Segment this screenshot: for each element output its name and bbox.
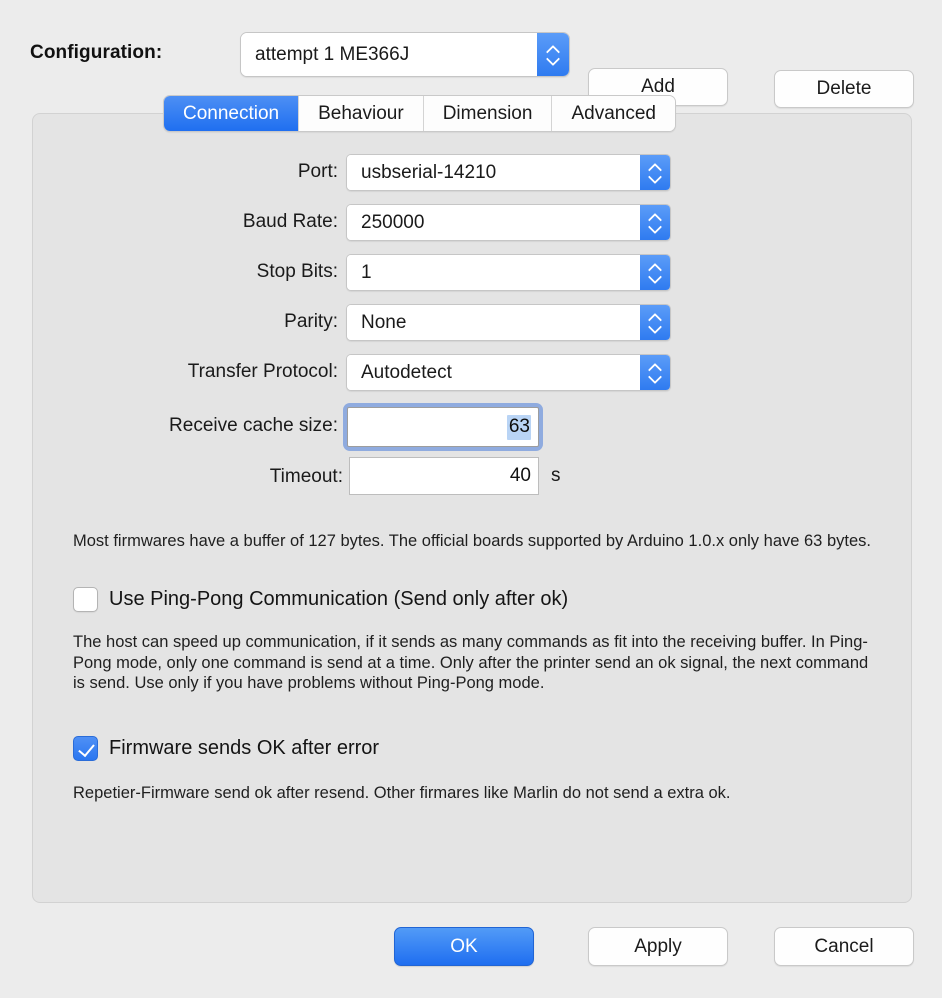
port-stepper[interactable]	[640, 155, 670, 190]
transfer-protocol-select-value: Autodetect	[347, 355, 640, 390]
port-select[interactable]: usbserial-14210	[346, 154, 671, 191]
ok-after-error-checkbox-label: Firmware sends OK after error	[109, 737, 380, 759]
timeout-label: Timeout:	[269, 466, 343, 487]
ok-after-error-help-text: Repetier-Firmware send ok after resend. …	[73, 784, 731, 802]
apply-button[interactable]: Apply	[588, 927, 728, 966]
timeout-value: 40	[509, 465, 531, 486]
transfer-protocol-stepper[interactable]	[640, 355, 670, 390]
delete-button[interactable]: Delete	[774, 70, 914, 108]
timeout-unit-label: s	[551, 465, 561, 486]
ping-pong-checkbox-row[interactable]: Use Ping-Pong Communication (Send only a…	[73, 587, 568, 612]
ok-after-error-checkbox[interactable]	[73, 736, 98, 761]
tab-advanced[interactable]: Advanced	[552, 96, 675, 131]
configuration-stepper[interactable]	[537, 33, 569, 76]
configuration-label: Configuration:	[30, 42, 163, 63]
port-row: Port: usbserial-14210	[33, 152, 911, 192]
tab-dimension[interactable]: Dimension	[423, 96, 553, 131]
ping-pong-checkbox[interactable]	[73, 587, 98, 612]
ok-button[interactable]: OK	[394, 927, 534, 966]
baud-rate-select[interactable]: 250000	[346, 204, 671, 241]
timeout-input[interactable]: 40	[349, 457, 539, 495]
configuration-select-value: attempt 1 ME366J	[241, 33, 537, 76]
receive-cache-size-value: 63	[506, 414, 531, 440]
transfer-protocol-select[interactable]: Autodetect	[346, 354, 671, 391]
ok-after-error-checkbox-row[interactable]: Firmware sends OK after error	[73, 736, 379, 761]
receive-cache-size-input[interactable]: 63	[347, 407, 539, 447]
chevron-down-icon	[547, 56, 560, 63]
parity-stepper[interactable]	[640, 305, 670, 340]
parity-row: Parity: None	[33, 302, 911, 342]
parity-select-value: None	[347, 305, 640, 340]
port-label: Port:	[297, 161, 338, 182]
port-select-value: usbserial-14210	[347, 155, 640, 190]
transfer-protocol-label: Transfer Protocol:	[187, 361, 338, 382]
baud-rate-stepper[interactable]	[640, 205, 670, 240]
connection-panel: Port: usbserial-14210 Baud Rate: 250000 …	[32, 113, 912, 903]
ping-pong-checkbox-label: Use Ping-Pong Communication (Send only a…	[109, 588, 569, 610]
configuration-select[interactable]: attempt 1 ME366J	[240, 32, 570, 77]
stop-bits-select[interactable]: 1	[346, 254, 671, 291]
parity-label: Parity:	[284, 311, 338, 332]
chevron-down-icon	[649, 174, 662, 181]
stop-bits-stepper[interactable]	[640, 255, 670, 290]
ping-pong-help-text: The host can speed up communication, if …	[73, 633, 869, 692]
stop-bits-select-value: 1	[347, 255, 640, 290]
receive-cache-size-focus-ring: 63	[343, 403, 543, 451]
tab-connection[interactable]: Connection	[164, 96, 300, 131]
baud-rate-label: Baud Rate:	[242, 211, 338, 232]
chevron-down-icon	[649, 324, 662, 331]
baud-rate-row: Baud Rate: 250000	[33, 202, 911, 242]
baud-rate-select-value: 250000	[347, 205, 640, 240]
stop-bits-row: Stop Bits: 1	[33, 252, 911, 292]
tab-bar: Connection Behaviour Dimension Advanced	[163, 95, 676, 132]
cancel-button[interactable]: Cancel	[774, 927, 914, 966]
receive-cache-size-label: Receive cache size:	[169, 415, 338, 436]
transfer-protocol-row: Transfer Protocol: Autodetect	[33, 352, 911, 392]
parity-select[interactable]: None	[346, 304, 671, 341]
configuration-row: Configuration: attempt 1 ME366J Add Dele…	[0, 30, 942, 108]
tab-behaviour[interactable]: Behaviour	[299, 96, 424, 131]
chevron-down-icon	[649, 274, 662, 281]
buffer-help-text: Most firmwares have a buffer of 127 byte…	[73, 532, 871, 550]
stop-bits-label: Stop Bits:	[256, 261, 338, 282]
chevron-down-icon	[649, 224, 662, 231]
chevron-down-icon	[649, 374, 662, 381]
